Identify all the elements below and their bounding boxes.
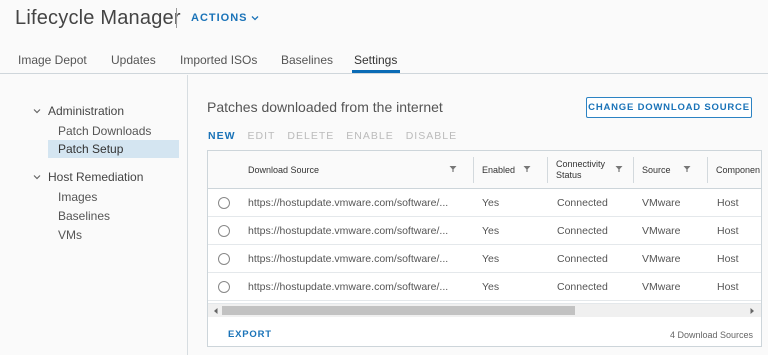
scrollbar-thumb[interactable]	[222, 306, 575, 315]
table-row[interactable]: https://hostupdate.vmware.com/software/.…	[208, 217, 761, 245]
app-title: Lifecycle Manager	[15, 7, 181, 29]
cell-enabled: Yes	[482, 253, 500, 265]
edit-button[interactable]: EDIT	[248, 130, 276, 142]
filter-icon[interactable]	[683, 165, 691, 173]
column-header-component[interactable]: Componen	[708, 151, 761, 189]
cell-source: VMware	[642, 225, 681, 237]
grid-footer: EXPORT 4 Download Sources	[208, 317, 761, 346]
column-header-connectivity-status[interactable]: Connectivity Status	[548, 151, 633, 189]
table-row[interactable]: https://hostupdate.vmware.com/software/.…	[208, 245, 761, 273]
actions-menu-button[interactable]: ACTIONS	[191, 12, 259, 24]
tab-baselines[interactable]: Baselines	[281, 53, 333, 67]
cell-connectivity-status: Connected	[557, 197, 608, 209]
cell-component: Host	[717, 253, 739, 265]
grid-toolbar: NEW EDIT DELETE ENABLE DISABLE	[208, 130, 469, 142]
disable-button[interactable]: DISABLE	[406, 130, 457, 142]
cell-source: VMware	[642, 197, 681, 209]
cell-enabled: Yes	[482, 281, 500, 293]
active-tab-indicator	[352, 70, 400, 73]
grid-header: Download Source Enabled Connectivity Sta…	[208, 151, 761, 189]
header: Lifecycle Manager ACTIONS	[0, 0, 768, 40]
enable-button[interactable]: ENABLE	[346, 130, 393, 142]
new-button[interactable]: NEW	[208, 130, 236, 142]
tab-bar: Image Depot Updates Imported ISOs Baseli…	[0, 44, 768, 74]
cell-enabled: Yes	[482, 225, 500, 237]
cell-connectivity-status: Connected	[557, 225, 608, 237]
tree-group-label: Administration	[48, 104, 125, 118]
filter-icon[interactable]	[615, 165, 623, 173]
row-select-radio[interactable]	[218, 197, 230, 209]
chevron-down-icon	[33, 175, 41, 180]
tab-updates[interactable]: Updates	[111, 53, 156, 67]
tree-item-images[interactable]: Images	[58, 190, 97, 204]
column-header-download-source[interactable]: Download Source	[240, 151, 473, 189]
tree-item-vms[interactable]: VMs	[58, 228, 82, 242]
tree-item-patch-setup[interactable]: Patch Setup	[48, 140, 179, 158]
delete-button[interactable]: DELETE	[287, 130, 334, 142]
tab-imported-isos[interactable]: Imported ISOs	[180, 53, 257, 67]
column-header-enabled[interactable]: Enabled	[474, 151, 547, 189]
tree-group-host-remediation[interactable]: Host Remediation	[32, 170, 143, 184]
cell-download-source: https://hostupdate.vmware.com/software/.…	[248, 253, 449, 265]
panel-title: Patches downloaded from the internet	[207, 99, 443, 115]
change-download-source-button[interactable]: CHANGE DOWNLOAD SOURCE	[586, 97, 752, 118]
tab-image-depot[interactable]: Image Depot	[18, 53, 87, 67]
row-select-radio[interactable]	[218, 281, 230, 293]
table-row[interactable]: https://hostupdate.vmware.com/software/.…	[208, 273, 761, 301]
cell-connectivity-status: Connected	[557, 281, 608, 293]
export-button[interactable]: EXPORT	[228, 329, 272, 340]
row-count-label: 4 Download Sources	[669, 330, 753, 340]
cell-download-source: https://hostupdate.vmware.com/software/.…	[248, 197, 449, 209]
chevron-down-icon	[33, 109, 41, 114]
cell-download-source: https://hostupdate.vmware.com/software/.…	[248, 225, 449, 237]
table-row[interactable]: https://hostupdate.vmware.com/software/.…	[208, 189, 761, 217]
cell-component: Host	[717, 225, 739, 237]
filter-icon[interactable]	[449, 165, 457, 173]
cell-source: VMware	[642, 281, 681, 293]
chevron-down-icon	[251, 16, 258, 21]
tree-item-baselines[interactable]: Baselines	[58, 209, 110, 223]
cell-component: Host	[717, 281, 739, 293]
header-divider	[176, 8, 177, 28]
filter-icon[interactable]	[523, 165, 531, 173]
tree-item-patch-downloads[interactable]: Patch Downloads	[58, 124, 151, 138]
scroll-right-icon[interactable]	[748, 307, 756, 315]
cell-download-source: https://hostupdate.vmware.com/software/.…	[248, 281, 449, 293]
cell-enabled: Yes	[482, 197, 500, 209]
column-header-source[interactable]: Source	[634, 151, 707, 189]
row-select-radio[interactable]	[218, 225, 230, 237]
row-select-radio[interactable]	[218, 253, 230, 265]
cell-connectivity-status: Connected	[557, 253, 608, 265]
tree-group-label: Host Remediation	[48, 170, 144, 184]
cell-component: Host	[717, 197, 739, 209]
settings-nav-tree: Administration Patch Downloads Patch Set…	[0, 75, 188, 355]
tree-group-administration[interactable]: Administration	[32, 104, 124, 118]
tab-settings[interactable]: Settings	[354, 53, 397, 67]
actions-label: ACTIONS	[191, 12, 248, 24]
scroll-left-icon[interactable]	[212, 307, 220, 315]
cell-source: VMware	[642, 253, 681, 265]
horizontal-scrollbar[interactable]	[208, 303, 761, 317]
download-sources-grid: Download Source Enabled Connectivity Sta…	[207, 150, 762, 347]
